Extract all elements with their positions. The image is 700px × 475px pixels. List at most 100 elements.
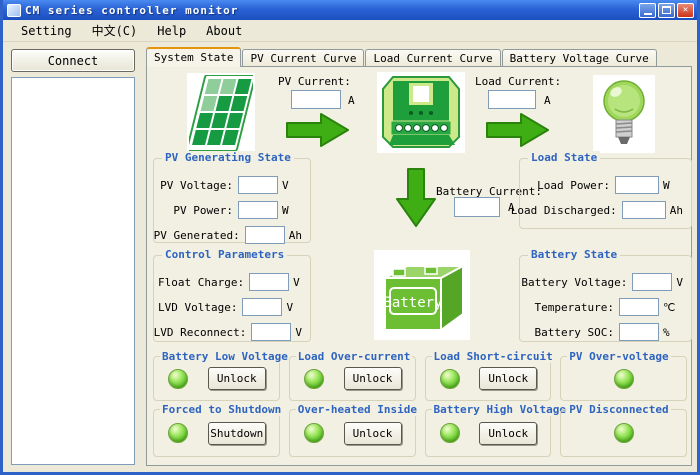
close-icon: ✕ xyxy=(683,6,688,15)
system-state-page: PV Current: A xyxy=(146,66,692,466)
maximize-button[interactable] xyxy=(658,3,675,18)
connect-button[interactable]: Connect xyxy=(11,49,135,72)
battery-high-voltage-led-icon xyxy=(440,423,460,443)
alarm-forced-to-shutdown-title: Forced to Shutdown xyxy=(160,403,283,416)
group-load-state-title: Load State xyxy=(528,151,600,164)
main-content: Connect System State PV Current Curve Lo… xyxy=(3,42,697,472)
alarm-row-2: Forced to Shutdown Shutdown Over-heated … xyxy=(153,409,687,457)
group-control-parameters-title: Control Parameters xyxy=(162,248,287,261)
pv-generated-input[interactable] xyxy=(245,226,285,244)
lvd-voltage-input[interactable] xyxy=(242,298,282,316)
alarm-battery-low-voltage-title: Battery Low Voltage xyxy=(160,350,290,363)
tab-system-state[interactable]: System State xyxy=(146,47,241,67)
controller-image xyxy=(377,72,465,153)
float-charge-input[interactable] xyxy=(249,273,289,291)
load-discharged-unit: Ah xyxy=(670,204,683,217)
pv-voltage-input[interactable] xyxy=(238,176,278,194)
load-power-label: Load Power: xyxy=(537,179,610,192)
alarm-load-short-circuit: Load Short-circuit Unlock xyxy=(425,356,552,401)
group-pv-generating-title: PV Generating State xyxy=(162,151,294,164)
alarm-forced-to-shutdown: Forced to Shutdown Shutdown xyxy=(153,409,280,457)
battery-soc-input[interactable] xyxy=(619,323,659,341)
load-power-input[interactable] xyxy=(615,176,659,194)
load-over-current-unlock-button[interactable]: Unlock xyxy=(344,367,402,390)
load-discharged-label: Load Discharged: xyxy=(511,204,617,217)
pv-generated-label: PV Generated: xyxy=(154,229,240,242)
app-icon xyxy=(7,4,21,17)
battery-soc-unit: % xyxy=(663,326,683,339)
close-button[interactable]: ✕ xyxy=(677,3,694,18)
window-title: CM series controller monitor xyxy=(25,4,639,17)
maximize-icon xyxy=(662,6,671,14)
battery-high-voltage-unlock-button[interactable]: Unlock xyxy=(479,422,537,445)
battery-icon-label: Battery xyxy=(383,295,442,311)
alarm-battery-high-voltage: Battery High Voltage Unlock xyxy=(425,409,552,457)
alarm-over-heated-inside-title: Over-heated Inside xyxy=(296,403,419,416)
title-bar: CM series controller monitor ✕ xyxy=(3,0,697,20)
float-charge-unit: V xyxy=(293,276,302,289)
alarm-pv-over-voltage-title: PV Over-voltage xyxy=(567,350,670,363)
pv-power-label: PV Power: xyxy=(173,204,233,217)
group-battery-state: Battery State Battery Voltage: V Tempera… xyxy=(519,255,692,342)
alarm-row-1: Battery Low Voltage Unlock Load Over-cur… xyxy=(153,356,687,401)
pv-power-unit: W xyxy=(282,204,302,217)
tab-control: System State PV Current Curve Load Curre… xyxy=(146,46,692,466)
menu-help[interactable]: Help xyxy=(147,22,196,40)
over-heated-inside-led-icon xyxy=(304,423,324,443)
load-power-unit: W xyxy=(663,179,683,192)
pv-power-input[interactable] xyxy=(238,201,278,219)
load-current-unit: A xyxy=(544,94,551,107)
tab-load-current-curve[interactable]: Load Current Curve xyxy=(365,49,500,66)
load-current-input[interactable] xyxy=(488,90,536,109)
alarm-load-over-current: Load Over-current Unlock xyxy=(289,356,416,401)
solar-panel-image xyxy=(187,73,255,153)
alarm-pv-disconnected: PV Disconnected xyxy=(560,409,687,457)
alarm-battery-low-voltage: Battery Low Voltage Unlock xyxy=(153,356,280,401)
menu-setting[interactable]: Setting xyxy=(11,22,82,40)
battery-low-voltage-unlock-button[interactable]: Unlock xyxy=(208,367,266,390)
temperature-input[interactable] xyxy=(619,298,659,316)
pv-generated-unit: Ah xyxy=(289,229,302,242)
battery-flow-arrow-icon xyxy=(395,167,437,229)
lvd-reconnect-unit: V xyxy=(295,326,302,339)
pv-flow-arrow-icon xyxy=(285,111,351,149)
controller-icon xyxy=(381,75,461,151)
pv-disconnected-led-icon xyxy=(614,423,634,443)
alarm-battery-high-voltage-title: Battery High Voltage xyxy=(432,403,568,416)
tab-pv-current-curve[interactable]: PV Current Curve xyxy=(242,49,364,66)
tab-strip: System State PV Current Curve Load Curre… xyxy=(146,46,692,66)
forced-to-shutdown-button[interactable]: Shutdown xyxy=(208,422,266,445)
over-heated-inside-unlock-button[interactable]: Unlock xyxy=(344,422,402,445)
battery-voltage-input[interactable] xyxy=(632,273,672,291)
load-discharged-input[interactable] xyxy=(622,201,666,219)
tab-battery-voltage-curve[interactable]: Battery Voltage Curve xyxy=(502,49,657,66)
load-short-circuit-led-icon xyxy=(440,369,460,389)
lvd-reconnect-input[interactable] xyxy=(251,323,291,341)
battery-soc-label: Battery SOC: xyxy=(535,326,614,339)
alarm-load-over-current-title: Load Over-current xyxy=(296,350,413,363)
alarm-load-short-circuit-title: Load Short-circuit xyxy=(432,350,555,363)
device-list-box[interactable] xyxy=(11,77,135,465)
load-over-current-led-icon xyxy=(304,369,324,389)
group-pv-generating-state: PV Generating State PV Voltage: V PV Pow… xyxy=(153,158,311,243)
pv-current-input[interactable] xyxy=(291,90,341,109)
pv-current-label: PV Current: xyxy=(278,75,351,88)
load-short-circuit-unlock-button[interactable]: Unlock xyxy=(479,367,537,390)
float-charge-label: Float Charge: xyxy=(158,276,244,289)
pv-current-unit: A xyxy=(348,94,355,107)
lvd-voltage-unit: V xyxy=(286,301,302,314)
solar-panel-icon xyxy=(189,75,253,151)
menu-about[interactable]: About xyxy=(196,22,252,40)
load-bulb-image xyxy=(593,75,655,153)
minimize-button[interactable] xyxy=(639,3,656,18)
lvd-reconnect-label: LVD Reconnect: xyxy=(154,326,247,339)
temperature-unit: ℃ xyxy=(663,301,683,314)
app-window: CM series controller monitor ✕ Setting 中… xyxy=(0,0,700,475)
battery-image: Battery xyxy=(374,250,470,340)
forced-to-shutdown-led-icon xyxy=(168,423,188,443)
alarm-over-heated-inside: Over-heated Inside Unlock xyxy=(289,409,416,457)
battery-current-input[interactable] xyxy=(454,197,500,217)
group-control-parameters: Control Parameters Float Charge: V LVD V… xyxy=(153,255,311,342)
menu-language[interactable]: 中文(C) xyxy=(82,20,148,41)
lvd-voltage-label: LVD Voltage: xyxy=(158,301,237,314)
